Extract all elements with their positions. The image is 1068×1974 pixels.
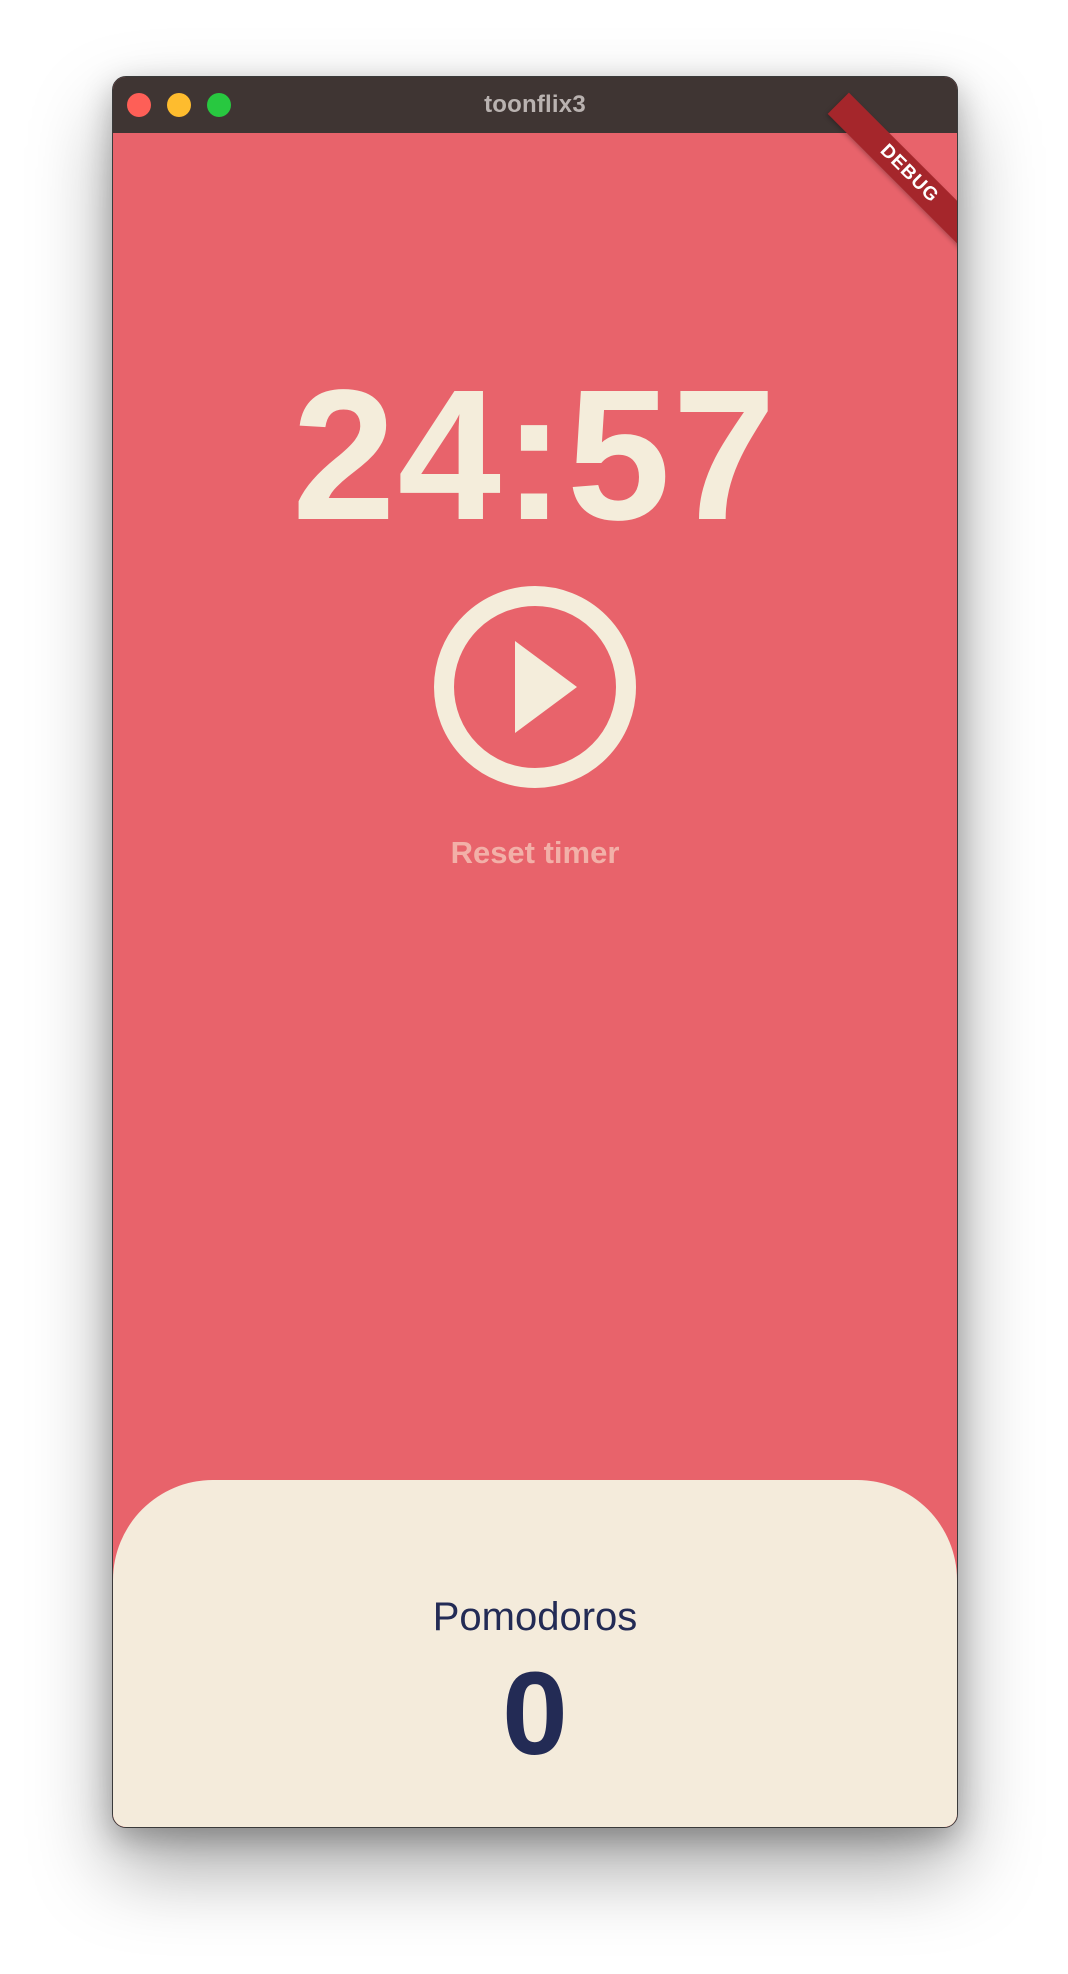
title-bar[interactable]: toonflix3	[113, 77, 957, 133]
pomodoros-card: Pomodoros 0	[113, 1480, 957, 1827]
timer-display: 24:57	[292, 352, 778, 559]
play-button[interactable]	[433, 585, 637, 789]
app-window: toonflix3 DEBUG 24:57 Reset timer Pomodo…	[112, 76, 958, 1828]
play-circle-icon	[434, 586, 636, 788]
app-content: DEBUG 24:57 Reset timer Pomodoros 0	[113, 92, 957, 1827]
window-title: toonflix3	[484, 91, 586, 118]
reset-timer-button[interactable]: Reset timer	[113, 835, 957, 871]
maximize-window-button[interactable]	[207, 93, 231, 117]
minimize-window-button[interactable]	[167, 93, 191, 117]
desktop-stage: toonflix3 DEBUG 24:57 Reset timer Pomodo…	[0, 0, 1068, 1974]
pomodoros-label: Pomodoros	[432, 1595, 638, 1639]
window-controls	[127, 93, 231, 117]
pomodoros-count: 0	[502, 1648, 568, 1780]
close-window-button[interactable]	[127, 93, 151, 117]
